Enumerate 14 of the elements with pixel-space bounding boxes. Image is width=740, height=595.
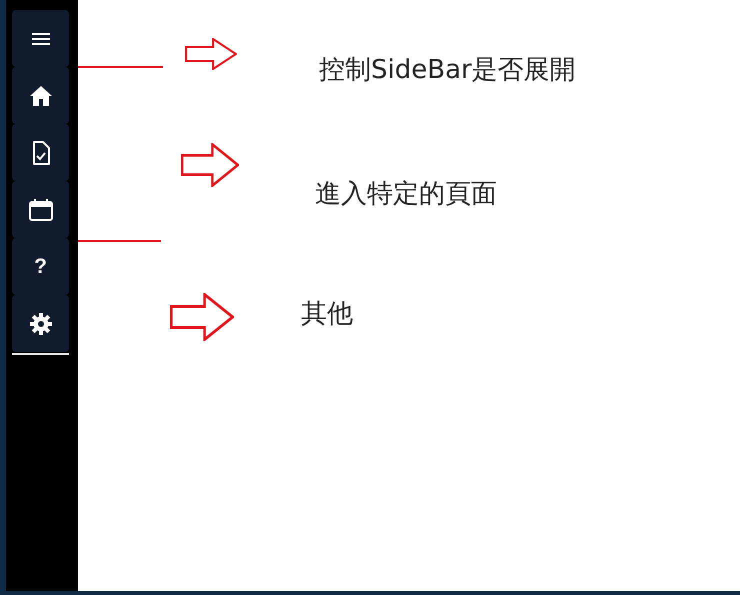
annotation-text: 進入特定的頁面 xyxy=(315,178,497,211)
menu-icon xyxy=(30,30,50,46)
home-icon xyxy=(28,84,52,106)
annotation-text: 其他 xyxy=(301,298,353,331)
annotation-text: 控制SideBar是否展開 xyxy=(319,54,576,87)
arrow-icon xyxy=(181,143,239,187)
arrow-icon xyxy=(170,293,234,341)
settings-icon xyxy=(30,312,52,334)
settings-button[interactable] xyxy=(12,295,69,352)
arrow-icon xyxy=(185,38,237,70)
menu-button[interactable] xyxy=(12,10,69,67)
calendar-icon xyxy=(28,198,52,220)
help-button[interactable]: ? xyxy=(12,238,69,295)
document-check-icon xyxy=(32,140,50,164)
